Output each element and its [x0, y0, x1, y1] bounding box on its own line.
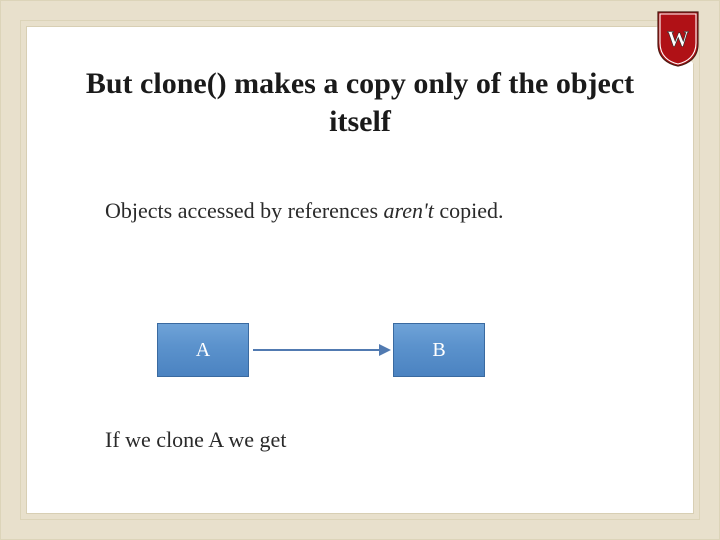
- text-fragment-italic: aren't: [384, 198, 434, 223]
- body-text-references: Objects accessed by references aren't co…: [105, 197, 583, 226]
- reference-diagram: A B: [137, 317, 557, 387]
- text-fragment: copied.: [434, 198, 504, 223]
- body-text-clone: If we clone A we get: [105, 427, 286, 453]
- arrow-a-to-b: [253, 349, 389, 351]
- logo-letter: W: [667, 26, 689, 51]
- box-a-label: A: [196, 339, 210, 362]
- box-b-label: B: [432, 339, 445, 362]
- text-fragment: Objects accessed by references: [105, 198, 384, 223]
- slide-card: But clone() makes a copy only of the obj…: [26, 26, 694, 514]
- box-b: B: [393, 323, 485, 377]
- box-a: A: [157, 323, 249, 377]
- uw-crest-icon: W: [656, 10, 700, 68]
- slide-title: But clone() makes a copy only of the obj…: [67, 65, 653, 140]
